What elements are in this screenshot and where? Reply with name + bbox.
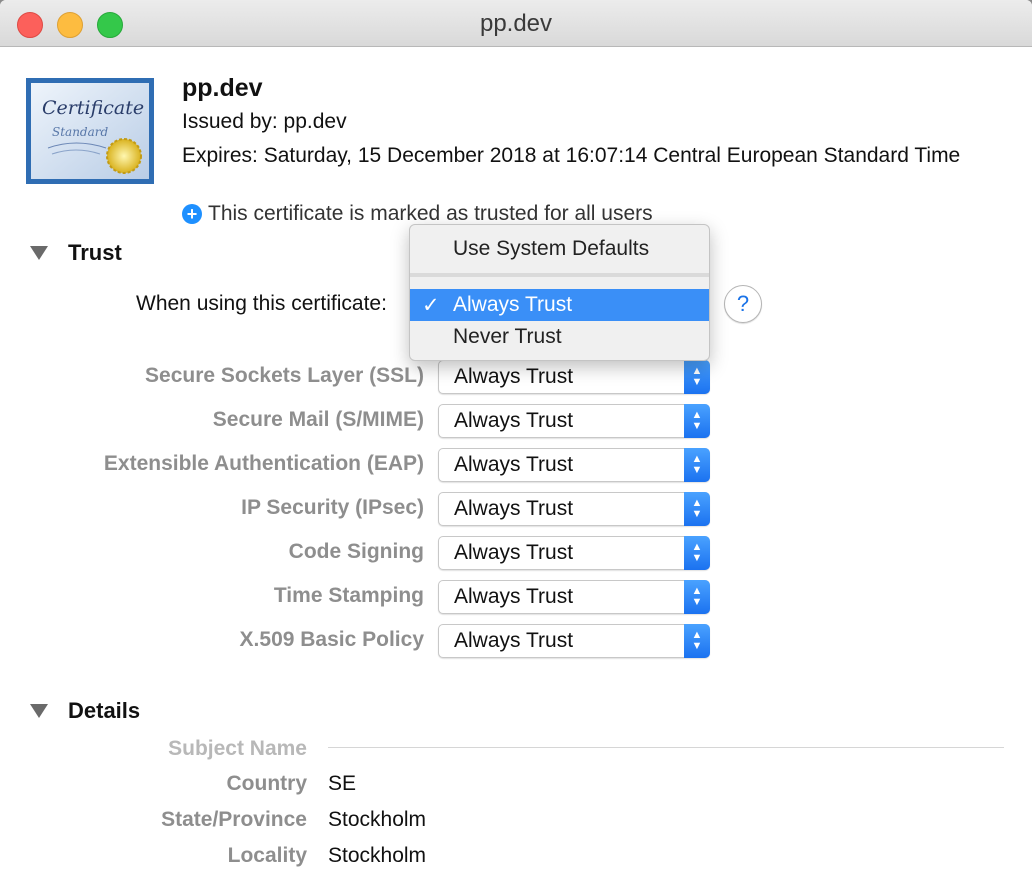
plus-icon: + xyxy=(182,204,202,224)
menu-item-label: Use System Defaults xyxy=(453,237,650,260)
stepper-arrows-icon: ▲ ▼ xyxy=(684,580,710,614)
menu-item-use-system-defaults[interactable]: Use System Defaults xyxy=(410,233,709,265)
trust-disclosure-triangle-icon[interactable] xyxy=(30,246,48,260)
certificate-icon: Certificate Standard xyxy=(26,78,154,184)
state-label: State/Province xyxy=(161,808,307,831)
locality-label: Locality xyxy=(227,844,307,867)
x509-popup[interactable]: Always Trust ▲ ▼ xyxy=(438,624,710,658)
country-label: Country xyxy=(226,772,308,795)
details-disclosure-triangle-icon[interactable] xyxy=(30,704,48,718)
trust-section-title: Trust xyxy=(68,240,122,265)
eap-popup-value: Always Trust xyxy=(454,453,574,476)
issued-by: Issued by: pp.dev xyxy=(182,110,347,133)
checkmark-icon: ✓ xyxy=(422,294,440,317)
window-title: pp.dev xyxy=(479,10,553,37)
time-stamping-popup[interactable]: Always Trust ▲ ▼ xyxy=(438,580,710,614)
ipsec-popup[interactable]: Always Trust ▲ ▼ xyxy=(438,492,710,526)
smime-label: Secure Mail (S/MIME) xyxy=(212,408,424,431)
expiry-date: Expires: Saturday, 15 December 2018 at 1… xyxy=(182,144,961,167)
eap-label: Extensible Authentication (EAP) xyxy=(103,452,424,475)
menu-item-label: Always Trust xyxy=(453,293,573,316)
time-stamping-popup-value: Always Trust xyxy=(454,585,574,608)
stepper-arrows-icon: ▲ ▼ xyxy=(684,448,710,482)
time-stamping-label: Time Stamping xyxy=(273,584,424,607)
certificate-name: pp.dev xyxy=(182,74,263,102)
trusted-note-text: This certificate is marked as trusted fo… xyxy=(208,202,653,225)
certificate-window: pp.dev Certificate Standard pp.dev Issue… xyxy=(0,0,1032,874)
ipsec-popup-value: Always Trust xyxy=(454,497,574,520)
stepper-arrows-icon: ▲ ▼ xyxy=(684,492,710,526)
x509-label: X.509 Basic Policy xyxy=(239,628,424,651)
help-button[interactable]: ? xyxy=(724,285,762,323)
subject-name-header: Subject Name xyxy=(168,737,307,760)
locality-value: Stockholm xyxy=(328,844,427,867)
ssl-popup-value: Always Trust xyxy=(454,365,574,388)
menu-separator xyxy=(410,273,709,277)
trust-dropdown-menu: Use System Defaults ✓ Always Trust Never… xyxy=(409,224,710,361)
stepper-arrows-icon: ▲ ▼ xyxy=(684,404,710,438)
menu-item-never-trust[interactable]: Never Trust xyxy=(410,321,709,353)
code-signing-popup-value: Always Trust xyxy=(454,541,574,564)
code-signing-popup[interactable]: Always Trust ▲ ▼ xyxy=(438,536,710,570)
details-section-title: Details xyxy=(68,698,141,723)
trusted-note: + This certificate is marked as trusted … xyxy=(182,202,653,226)
eap-popup[interactable]: Always Trust ▲ ▼ xyxy=(438,448,710,482)
x509-popup-value: Always Trust xyxy=(454,629,574,652)
state-value: Stockholm xyxy=(328,808,427,831)
ssl-label: Secure Sockets Layer (SSL) xyxy=(145,364,424,387)
smime-popup[interactable]: Always Trust ▲ ▼ xyxy=(438,404,710,438)
smime-popup-value: Always Trust xyxy=(454,409,574,432)
divider xyxy=(328,747,1004,748)
ipsec-label: IP Security (IPsec) xyxy=(241,496,424,519)
certificate-icon-title: Certificate xyxy=(42,97,144,119)
stepper-arrows-icon: ▲ ▼ xyxy=(684,360,710,394)
menu-item-label: Never Trust xyxy=(453,325,562,348)
certificate-icon-subtitle: Standard xyxy=(52,125,108,139)
country-value: SE xyxy=(328,772,357,795)
when-using-label: When using this certificate: xyxy=(136,292,387,315)
stepper-arrows-icon: ▲ ▼ xyxy=(684,536,710,570)
ssl-popup[interactable]: Always Trust ▲ ▼ xyxy=(438,360,710,394)
menu-item-always-trust[interactable]: ✓ Always Trust xyxy=(410,289,709,321)
code-signing-label: Code Signing xyxy=(288,540,424,563)
title-bar[interactable]: pp.dev xyxy=(0,0,1032,47)
stepper-arrows-icon: ▲ ▼ xyxy=(684,624,710,658)
